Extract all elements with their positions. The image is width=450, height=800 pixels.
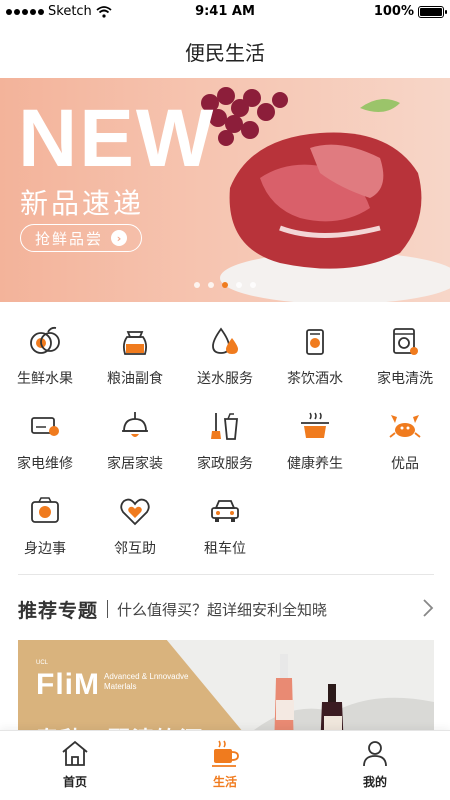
title-separator: [107, 600, 109, 618]
tab-home[interactable]: 首页: [0, 731, 150, 800]
category-label: 家政服务: [197, 456, 253, 472]
category-neighbor-help[interactable]: 邻互助: [90, 486, 180, 571]
status-right: 100%: [373, 4, 447, 19]
feature-logo: UCL FliM Advanced & Lnnovadve Materlals: [36, 660, 189, 702]
pager-dot[interactable]: [236, 282, 242, 288]
tab-label: 生活: [212, 775, 237, 789]
category-water[interactable]: 送水服务: [180, 316, 270, 401]
logo-brand: FliM: [36, 668, 100, 701]
category-parking[interactable]: 租车位: [180, 486, 270, 571]
logo-prefix: UCL: [36, 660, 49, 666]
category-nearby[interactable]: 身边事: [0, 486, 90, 571]
banner-pager[interactable]: [0, 282, 450, 288]
category-appliance-clean[interactable]: 家电清洗: [360, 316, 450, 401]
pager-dot[interactable]: [194, 282, 200, 288]
cooking-pot-icon: [298, 409, 332, 443]
heart-hand-icon: [118, 494, 152, 528]
category-label: 身边事: [24, 541, 66, 557]
banner-subtitle: 新品速递: [20, 187, 145, 220]
taste-now-label: 抢鲜品尝: [35, 229, 104, 248]
crab-icon: [388, 409, 422, 443]
chevron-right-icon: ›: [111, 230, 128, 246]
tab-label: 我的: [362, 775, 387, 789]
pager-dot[interactable]: [250, 282, 256, 288]
appliance-repair-icon: [28, 409, 62, 443]
battery-percent: 100%: [373, 4, 414, 19]
fruit-icon: [28, 324, 62, 358]
recommend-title: 推荐专题: [18, 599, 99, 622]
category-label: 家电维修: [17, 456, 73, 472]
tab-label: 首页: [62, 775, 87, 789]
category-grain-oil[interactable]: 粮油副食: [90, 316, 180, 401]
category-home-decor[interactable]: 家居家装: [90, 401, 180, 486]
taste-now-button[interactable]: 抢鲜品尝 ›: [20, 224, 142, 252]
category-label: 家居家装: [107, 456, 163, 472]
category-label: 租车位: [204, 541, 246, 557]
chevron-right-icon[interactable]: [422, 598, 434, 618]
pager-dot-active[interactable]: [222, 282, 228, 288]
tab-mine[interactable]: 我的: [300, 731, 450, 800]
car-icon: [208, 494, 242, 528]
recommend-header[interactable]: 推荐专题 什么值得买？超详细安利全知晓: [18, 592, 438, 626]
user-icon: [363, 741, 387, 767]
section-divider: [18, 574, 434, 575]
water-drop-icon: [208, 324, 242, 358]
category-label: 家电清洗: [377, 371, 433, 387]
category-health[interactable]: 健康养生: [270, 401, 360, 486]
category-fruit[interactable]: 生鲜水果: [0, 316, 90, 401]
category-label: 茶饮酒水: [287, 371, 343, 387]
category-grid: 生鲜水果 粮油副食 送水服务 茶饮酒水 家电清洗 家电维修 家居家装 家政服务 …: [0, 316, 450, 571]
status-bar: Sketch 9:41 AM 100%: [0, 0, 450, 24]
category-label: 邻互助: [114, 541, 156, 557]
category-label: 优品: [391, 456, 419, 472]
promo-banner[interactable]: NEW 新品速递 抢鲜品尝 ›: [0, 78, 450, 302]
cleaning-icon: [208, 409, 242, 443]
meat-grape-image: [201, 87, 450, 302]
category-label: 送水服务: [197, 371, 253, 387]
drink-can-icon: [298, 324, 332, 358]
category-appliance-repair[interactable]: 家电维修: [0, 401, 90, 486]
pager-dot[interactable]: [208, 282, 214, 288]
category-label: 粮油副食: [107, 371, 163, 387]
home-icon: [62, 740, 88, 766]
camera-icon: [28, 494, 62, 528]
ceiling-lamp-icon: [118, 409, 152, 443]
banner-headline: NEW: [18, 93, 216, 184]
battery-icon: [418, 5, 447, 18]
category-label: 生鲜水果: [17, 371, 73, 387]
category-premium[interactable]: 优品: [360, 401, 450, 486]
category-drinks[interactable]: 茶饮酒水: [270, 316, 360, 401]
category-label: 健康养生: [287, 456, 343, 472]
tab-life[interactable]: 生活: [150, 731, 300, 800]
rice-bag-icon: [118, 324, 152, 358]
coffee-cup-icon: [212, 740, 239, 767]
bottom-tab-bar: 首页 生活 我的: [0, 730, 450, 800]
recommend-subtitle: 什么值得买？超详细安利全知晓: [117, 600, 328, 619]
washing-machine-icon: [388, 324, 422, 358]
page-title: 便民生活: [185, 40, 265, 65]
category-housekeeping[interactable]: 家政服务: [180, 401, 270, 486]
logo-description: Advanced & Lnnovadve Materlals: [104, 672, 189, 691]
